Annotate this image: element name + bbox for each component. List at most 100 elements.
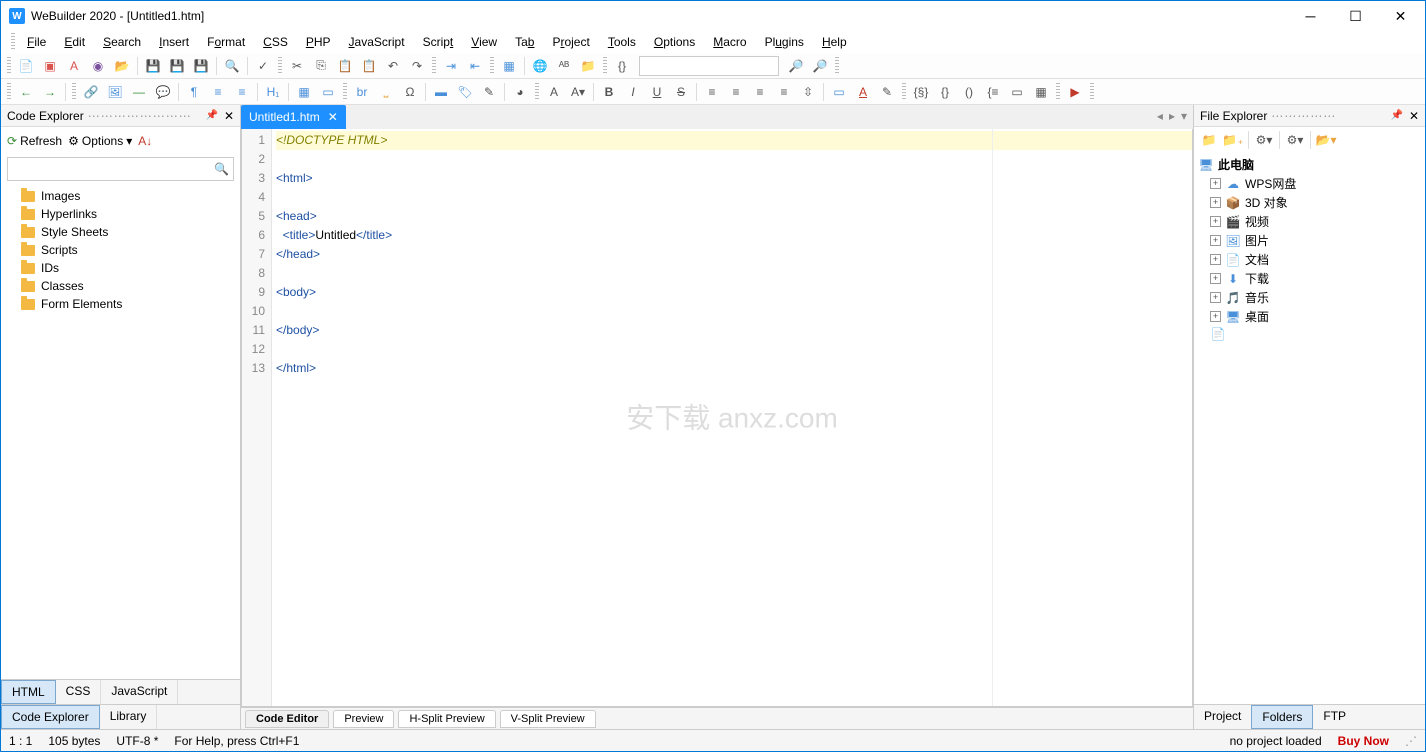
valign-icon[interactable]: ⇳: [797, 81, 819, 103]
view-options-icon[interactable]: ⚙▾: [1253, 129, 1275, 151]
file-tree-root[interactable]: 🖥 此电脑: [1198, 155, 1421, 174]
expand-icon[interactable]: +: [1210, 254, 1221, 265]
paste-icon[interactable]: 📋: [334, 55, 356, 77]
panel-close-icon[interactable]: ✕: [224, 109, 234, 123]
table-icon[interactable]: ▦: [293, 81, 315, 103]
expand-icon[interactable]: +: [1210, 178, 1221, 189]
tree-item[interactable]: Images: [7, 187, 234, 205]
menu-macro[interactable]: Macro: [705, 33, 754, 51]
font-size-icon[interactable]: A▾: [567, 81, 589, 103]
tag-icon[interactable]: 🏷: [454, 81, 476, 103]
selector-combo[interactable]: [639, 56, 779, 76]
tab-project[interactable]: Project: [1194, 705, 1251, 729]
validate-icon[interactable]: ᴬᴮ: [553, 55, 575, 77]
br-icon[interactable]: br: [351, 81, 373, 103]
code-area[interactable]: 安下载 anxz.com <!DOCTYPE HTML> <html> <hea…: [272, 129, 1192, 706]
tab-javascript[interactable]: JavaScript: [101, 680, 178, 704]
clipboard-icon[interactable]: 📋: [358, 55, 380, 77]
close-icon[interactable]: ✕: [328, 110, 338, 124]
tree-item[interactable]: Style Sheets: [7, 223, 234, 241]
settings-icon[interactable]: ⚙▾: [1284, 129, 1306, 151]
tab-preview[interactable]: Preview: [333, 710, 394, 728]
bold-icon[interactable]: B: [598, 81, 620, 103]
tab-vsplit[interactable]: V-Split Preview: [500, 710, 596, 728]
tab-next-icon[interactable]: ▸: [1169, 109, 1175, 123]
new-a-icon[interactable]: A: [63, 55, 85, 77]
underline-icon[interactable]: U: [646, 81, 668, 103]
new-php-icon[interactable]: ◉: [87, 55, 109, 77]
strike-icon[interactable]: S: [670, 81, 692, 103]
expand-icon[interactable]: +: [1210, 197, 1221, 208]
div-icon[interactable]: ▬: [430, 81, 452, 103]
menu-javascript[interactable]: JavaScript: [341, 33, 413, 51]
doc-tab-active[interactable]: Untitled1.htm ✕: [241, 105, 346, 129]
php-block-icon[interactable]: {§}: [910, 81, 932, 103]
align-right-icon[interactable]: ≡: [749, 81, 771, 103]
expand-icon[interactable]: +: [1210, 292, 1221, 303]
new-html-icon[interactable]: ▣: [39, 55, 61, 77]
tab-prev-icon[interactable]: ◂: [1157, 109, 1163, 123]
menu-css[interactable]: CSS: [255, 33, 296, 51]
italic-icon[interactable]: I: [622, 81, 644, 103]
echo-icon[interactable]: {≡: [982, 81, 1004, 103]
search-input[interactable]: [12, 162, 214, 176]
back-icon[interactable]: ←: [15, 81, 37, 103]
find-next-icon[interactable]: 🔎: [785, 55, 807, 77]
menu-edit[interactable]: Edit: [56, 33, 93, 51]
folder-open-icon[interactable]: 📂▾: [1315, 129, 1337, 151]
tree-item[interactable]: Form Elements: [7, 295, 234, 313]
pin-icon[interactable]: 📌: [205, 110, 217, 121]
menu-help[interactable]: Help: [814, 33, 855, 51]
menu-tab[interactable]: Tab: [507, 33, 542, 51]
tab-folders[interactable]: Folders: [1251, 705, 1313, 729]
ftp-icon[interactable]: 📁: [577, 55, 599, 77]
copy-icon[interactable]: ⎘: [310, 55, 332, 77]
save-icon[interactable]: 💾: [142, 55, 164, 77]
sort-button[interactable]: A↓: [138, 134, 152, 148]
search-icon[interactable]: 🔍: [214, 162, 229, 176]
cut-icon[interactable]: ✂: [286, 55, 308, 77]
options-button[interactable]: ⚙Options▾: [68, 134, 132, 148]
color-wheel-icon[interactable]: ◕: [509, 81, 531, 103]
tab-hsplit[interactable]: H-Split Preview: [398, 710, 495, 728]
indent-icon[interactable]: ⇥: [440, 55, 462, 77]
file-tree-item[interactable]: +🖼图片: [1198, 231, 1421, 250]
var-icon[interactable]: ▭: [1006, 81, 1028, 103]
edit-tag-icon[interactable]: ✎: [478, 81, 500, 103]
file-tree-item[interactable]: +📦3D 对象: [1198, 193, 1421, 212]
tree-item[interactable]: Hyperlinks: [7, 205, 234, 223]
align-justify-icon[interactable]: ≡: [773, 81, 795, 103]
refresh-folder-icon[interactable]: 📁: [1198, 129, 1220, 151]
file-item-blank[interactable]: 📄: [1198, 326, 1421, 342]
buy-now-link[interactable]: Buy Now: [1338, 734, 1389, 748]
form-icon[interactable]: ▭: [317, 81, 339, 103]
db-icon[interactable]: ▦: [1030, 81, 1052, 103]
paragraph-icon[interactable]: ¶: [183, 81, 205, 103]
menu-format[interactable]: Format: [199, 33, 253, 51]
tree-item[interactable]: Scripts: [7, 241, 234, 259]
open-icon[interactable]: 📂: [111, 55, 133, 77]
resize-grip-icon[interactable]: ⋰: [1405, 734, 1417, 748]
heading-icon[interactable]: H₁: [262, 81, 284, 103]
file-tree-item[interactable]: +🎬视频: [1198, 212, 1421, 231]
menu-project[interactable]: Project: [544, 33, 597, 51]
file-tree-item[interactable]: +📄文档: [1198, 250, 1421, 269]
braces-icon[interactable]: {}: [611, 55, 633, 77]
maximize-button[interactable]: ☐: [1333, 1, 1378, 31]
file-tree-item[interactable]: +☁WPS网盘: [1198, 174, 1421, 193]
tab-code-explorer[interactable]: Code Explorer: [1, 705, 100, 729]
undo-icon[interactable]: ↶: [382, 55, 404, 77]
align-left-icon[interactable]: ≡: [701, 81, 723, 103]
refresh-button[interactable]: ⟳Refresh: [7, 134, 62, 148]
tree-item[interactable]: IDs: [7, 259, 234, 277]
browser-icon[interactable]: 🌐: [529, 55, 551, 77]
font-color-icon[interactable]: A: [852, 81, 874, 103]
menu-options[interactable]: Options: [646, 33, 703, 51]
css-class-icon[interactable]: ▭: [828, 81, 850, 103]
file-tree-item[interactable]: +🎵音乐: [1198, 288, 1421, 307]
redo-icon[interactable]: ↷: [406, 55, 428, 77]
minimize-button[interactable]: ─: [1288, 1, 1333, 31]
spellcheck-icon[interactable]: ✓: [252, 55, 274, 77]
menu-script[interactable]: Script: [415, 33, 462, 51]
paren-icon[interactable]: (): [958, 81, 980, 103]
